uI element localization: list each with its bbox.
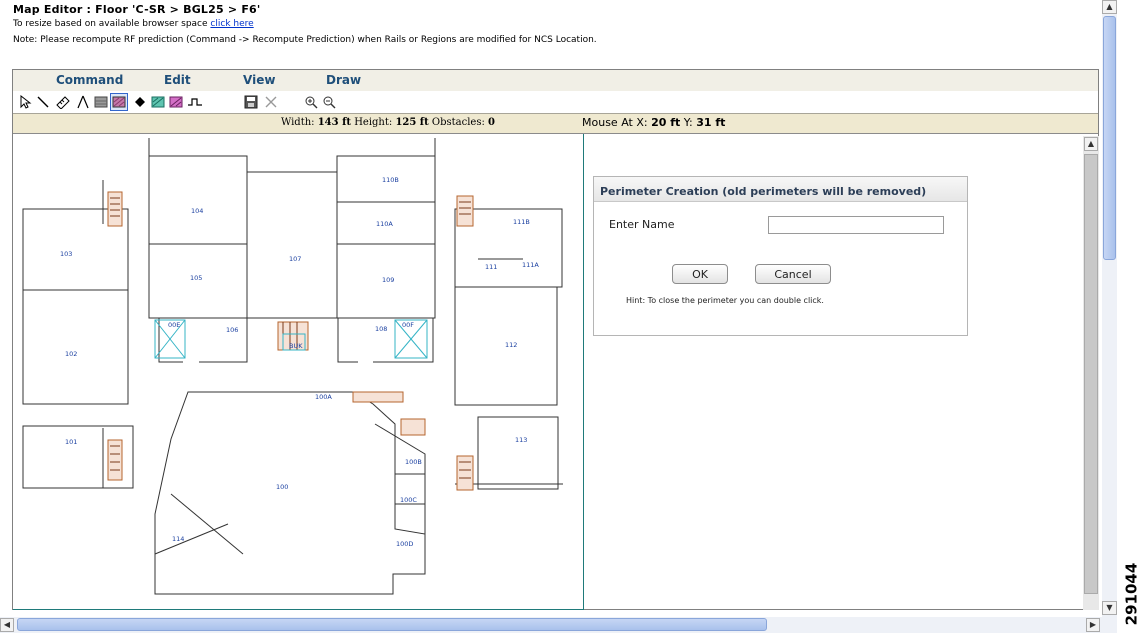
room-label: 101 [65,438,77,446]
line-icon[interactable] [35,94,51,110]
menu-edit[interactable]: Edit [164,73,191,87]
height-value: 125 ft [395,117,429,128]
rail-icon[interactable] [187,94,203,110]
mouse-y-label: Y: [683,116,693,129]
point-icon[interactable] [132,94,148,110]
room-label: 106 [226,326,238,334]
room-labels: 110B 104 110A 111B 103 107 111 111A 105 … [60,176,539,548]
scroll-left-arrow-icon[interactable]: ◀ [0,618,14,632]
scrollbar-thumb[interactable] [1103,16,1116,260]
room-label: 00F [402,321,414,329]
cancel-button[interactable]: Cancel [755,264,831,284]
room-label: 100 [276,483,288,491]
map-editor: Command Edit View Draw Width: 143 ft Hei… [12,69,1099,610]
room-label: 108 [375,325,387,333]
room-label: 111B [513,218,530,226]
room-label: 103 [60,250,72,258]
page-title: Map Editor : Floor 'C-SR > BGL25 > F6' [13,3,261,16]
obstacles-label: Obstacles: [431,117,485,128]
floor-plan[interactable]: 110B 104 110A 111B 103 107 111 111A 105 … [13,134,583,609]
room-label: 111 [485,263,497,271]
floor-dimensions: Width: 143 ft Height: 125 ft Obstacles: … [281,117,495,128]
room-label: 111A [522,261,539,269]
scrollbar-thumb[interactable] [1084,154,1098,594]
room-label: 113 [515,436,527,444]
width-value: 143 ft [317,117,351,128]
mouse-position: Mouse At X: 20 ft Y: 31 ft [582,116,725,129]
figure-id-text: 291044 [1122,562,1141,626]
room-label: BUK [289,342,303,350]
room-label: 105 [190,274,202,282]
compass-icon[interactable] [75,94,91,110]
scrollbar-thumb[interactable] [17,618,767,631]
mouse-x-value: 20 ft [651,116,681,129]
resize-instructions: To resize based on available browser spa… [13,19,254,29]
click-here-link[interactable]: click here [210,19,253,29]
room-label: 00E [168,321,180,329]
perimeter-name-input[interactable] [768,216,944,234]
mouse-y-value: 31 ft [696,116,726,129]
menu-bar: Command Edit View Draw [13,70,1098,92]
canvas-vertical-scrollbar[interactable]: ▲ [1083,136,1099,610]
save-icon[interactable] [243,94,259,110]
room-label: 100A [315,393,332,401]
room-label: 100D [396,540,413,548]
scroll-down-arrow-icon[interactable]: ▼ [1102,601,1117,615]
room-label: 109 [382,276,394,284]
mouse-x-label: Mouse At X: [582,116,648,129]
window-vertical-scrollbar[interactable]: ▲ ▼ [1102,0,1117,617]
room-label: 114 [172,535,184,543]
window-horizontal-scrollbar[interactable]: ◀ ▶ [0,617,1117,633]
room-label: 110A [376,220,393,228]
coverage-icon[interactable] [150,94,166,110]
obstacles-value: 0 [488,117,496,128]
draw-toolbar [13,91,1098,114]
menu-command[interactable]: Command [56,73,123,87]
room-label: 104 [191,207,203,215]
scroll-right-arrow-icon[interactable]: ▶ [1086,618,1100,632]
room-label: 110B [382,176,399,184]
perimeter-icon[interactable] [110,93,128,111]
height-label: Height: [354,117,393,128]
wall-icon[interactable] [93,94,109,110]
zoom-in-icon[interactable] [303,94,319,110]
select-icon[interactable] [17,94,33,110]
menu-draw[interactable]: Draw [326,73,361,87]
scroll-up-arrow-icon[interactable]: ▲ [1102,0,1117,14]
room-label: 102 [65,350,77,358]
zoom-out-icon[interactable] [321,94,337,110]
ruler-icon[interactable] [55,94,71,110]
recompute-note: Note: Please recompute RF prediction (Co… [13,35,597,45]
stairs [107,191,474,491]
region-icon[interactable] [168,94,184,110]
room-label: 107 [289,255,301,263]
scroll-up-arrow-icon[interactable]: ▲ [1084,137,1098,151]
figure-id: 291044 [1118,562,1148,633]
walls [22,138,563,595]
room-label: 100C [400,496,417,504]
hint-text: Hint: To close the perimeter you can dou… [626,296,824,305]
perimeter-creation-dialog: Perimeter Creation (old perimeters will … [593,176,968,336]
width-label: Width: [281,117,315,128]
delete-icon[interactable] [263,94,279,110]
ok-button[interactable]: OK [672,264,728,284]
resize-text: To resize based on available browser spa… [13,19,208,29]
name-label: Enter Name [609,218,675,231]
floor-canvas[interactable]: 110B 104 110A 111B 103 107 111 111A 105 … [13,134,584,610]
room-label: 112 [505,341,517,349]
menu-view[interactable]: View [243,73,275,87]
dialog-title: Perimeter Creation (old perimeters will … [594,177,967,202]
room-label: 100B [405,458,422,466]
dimension-bar: Width: 143 ft Height: 125 ft Obstacles: … [13,114,1098,134]
